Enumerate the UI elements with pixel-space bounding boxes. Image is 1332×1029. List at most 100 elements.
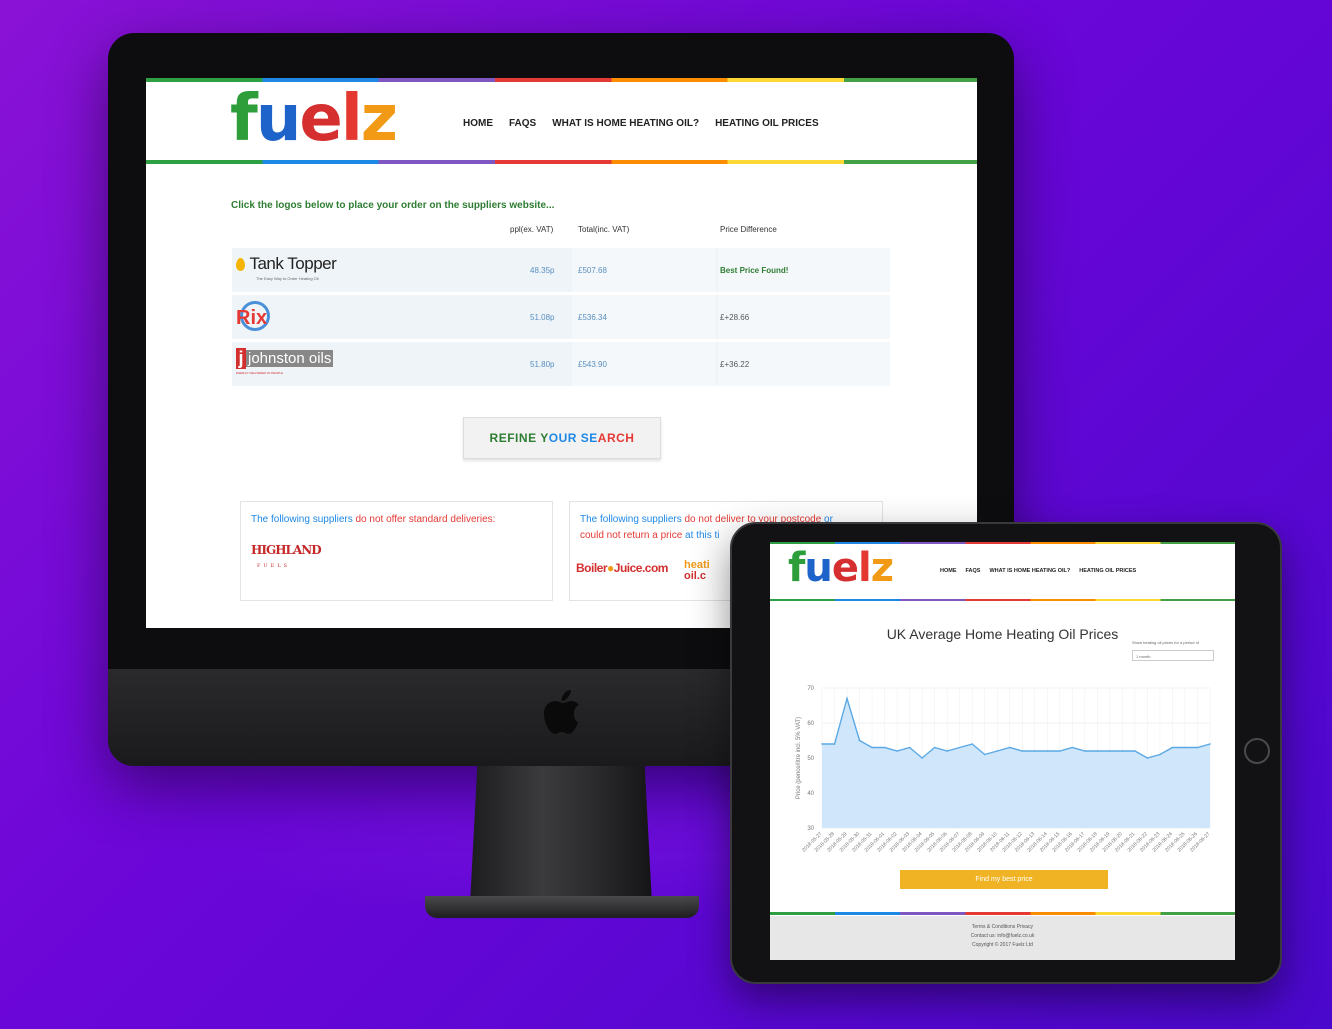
data-point: [958, 746, 961, 749]
data-point: [946, 750, 948, 752]
nav-what-is-oil[interactable]: WHAT IS HOME HEATING OIL?: [552, 118, 699, 129]
data-point: [1109, 750, 1111, 752]
supplier-ppl: 51.08p: [530, 313, 555, 322]
ipad-device: fuelz HOME FAQS WHAT IS HOME HEATING OIL…: [730, 522, 1282, 984]
data-point: [1121, 750, 1124, 752]
series-area: [822, 698, 1210, 828]
nav-faqs[interactable]: FAQS: [509, 118, 536, 129]
box-text: The following suppliers: [251, 514, 356, 525]
period-label: Show heating oil prices for a period of: [1132, 640, 1199, 645]
y-tick-label: 60: [807, 721, 814, 727]
johnston-oils-logo[interactable]: j johnston oils ENERGY DELIVERED IN PEOPL…: [236, 348, 334, 375]
nav-faqs[interactable]: FAQS: [966, 568, 981, 574]
data-point: [1046, 750, 1049, 752]
col-diff: Price Difference: [720, 225, 777, 234]
tablet-footer: Terms & Conditions Privacy Contact us: i…: [770, 916, 1235, 960]
imac-stand-base: [425, 896, 699, 918]
rix-logo[interactable]: Rix: [236, 301, 270, 331]
supplier-name: Rix: [236, 307, 268, 329]
data-point: [996, 750, 999, 752]
footer-copyright: Copyright © 2017 Fuelz Ltd: [972, 942, 1033, 948]
footer-contact: Contact us: info@fuelz.co.uk: [970, 933, 1035, 939]
price-chart: 30405060702018-05-272018-05-282018-05-29…: [796, 686, 1212, 854]
no-standard-delivery-box: The following suppliers do not offer sta…: [240, 501, 553, 601]
data-point: [846, 697, 848, 700]
supplier-name: johnston oils: [246, 350, 334, 367]
data-point: [833, 743, 836, 745]
nav-home[interactable]: HOME: [463, 118, 493, 129]
tablet-footer-rainbow: [770, 912, 1235, 915]
boilerjuice-logo[interactable]: Boiler●Juice.com: [576, 560, 668, 576]
tablet-header: fuelz HOME FAQS WHAT IS HOME HEATING OIL…: [770, 544, 1235, 599]
data-point: [1209, 743, 1211, 745]
supplier-tagline: The Easy Way to Order Heating Oil: [256, 276, 319, 281]
supplier-row[interactable]: Rix 51.08p £536.34 £+28.66: [232, 295, 890, 339]
y-axis-label: Price (pence/litre incl. 5% VAT): [796, 717, 802, 799]
y-tick-label: 40: [807, 791, 814, 797]
tablet-screen: fuelz HOME FAQS WHAT IS HOME HEATING OIL…: [770, 542, 1235, 960]
supplier-diff: Best Price Found!: [720, 266, 789, 275]
y-tick-label: 70: [807, 686, 814, 692]
find-best-price-button[interactable]: Find my best price: [900, 870, 1108, 889]
supplier-ppl: 48.35p: [530, 266, 555, 275]
data-point: [971, 743, 973, 745]
supplier-row[interactable]: j johnston oils ENERGY DELIVERED IN PEOPL…: [232, 342, 890, 386]
box-text-highlight: do not offer standard deliveries:: [355, 514, 496, 525]
col-total: Total(inc. VAT): [578, 225, 630, 234]
data-point: [1184, 746, 1186, 749]
highland-fuels-logo[interactable]: HIGHLAND FUELS: [251, 542, 552, 574]
box-text-highlight: could not return a price: [580, 530, 683, 541]
supplier-diff: £+36.22: [720, 360, 750, 369]
header-rainbow-bar: [146, 160, 977, 164]
data-point: [1071, 746, 1074, 749]
fuelz-logo-tablet[interactable]: fuelz: [788, 542, 894, 594]
data-point: [933, 746, 936, 749]
data-point: [1171, 746, 1174, 749]
nav-prices[interactable]: HEATING OIL PRICES: [715, 118, 819, 129]
data-point: [821, 743, 823, 745]
supplier-total: £536.34: [578, 313, 607, 322]
box-text: The following suppliers: [580, 514, 685, 525]
y-tick-label: 50: [807, 756, 814, 762]
data-point: [1008, 746, 1011, 749]
data-point: [908, 746, 911, 749]
data-point: [1159, 753, 1161, 756]
supplier-ppl: 51.80p: [530, 360, 555, 369]
site-header: fuelz HOME FAQS WHAT IS HOME HEATING OIL…: [146, 82, 977, 160]
supplier-name: Tank Topper: [249, 254, 337, 273]
data-point: [1196, 746, 1199, 749]
tablet-nav: HOME FAQS WHAT IS HOME HEATING OIL? HEAT…: [940, 568, 1136, 574]
data-point: [871, 746, 873, 749]
data-point: [896, 750, 898, 752]
tablet-header-rainbow: [770, 599, 1235, 601]
fuelz-logo[interactable]: fuelz: [230, 84, 398, 154]
data-point: [858, 739, 861, 742]
data-point: [1096, 750, 1099, 752]
imac-stand: [470, 766, 652, 904]
apple-logo-icon: [544, 690, 579, 734]
supplier-total: £543.90: [578, 360, 607, 369]
supplier-diff: £+28.66: [720, 313, 750, 322]
oil-drop-icon: [236, 257, 245, 271]
data-point: [883, 746, 886, 749]
nav-home[interactable]: HOME: [940, 568, 957, 574]
heatingoil-logo[interactable]: heati oil.c: [684, 560, 710, 582]
data-point: [983, 753, 986, 756]
data-point: [921, 757, 923, 759]
refine-search-button[interactable]: REFINE YOUR SEARCH: [463, 417, 661, 459]
supplier-total: £507.68: [578, 266, 607, 275]
data-point: [1033, 750, 1036, 752]
data-point: [1134, 750, 1136, 752]
box-text: at this ti: [682, 530, 720, 541]
supplier-row[interactable]: Tank Topper The Easy Way to Order Heatin…: [232, 248, 890, 292]
nav-what-is-oil[interactable]: WHAT IS HOME HEATING OIL?: [989, 568, 1070, 574]
data-point: [1021, 750, 1024, 752]
footer-links[interactable]: Terms & Conditions Privacy: [770, 923, 1235, 932]
main-nav: HOME FAQS WHAT IS HOME HEATING OIL? HEAT…: [463, 118, 819, 129]
data-point: [1146, 757, 1149, 759]
tanktopper-logo[interactable]: Tank Topper The Easy Way to Order Heatin…: [236, 254, 337, 281]
data-point: [1059, 750, 1061, 752]
col-ppl: ppl(ex. VAT): [510, 225, 554, 234]
nav-prices[interactable]: HEATING OIL PRICES: [1079, 568, 1136, 574]
results-intro: Click the logos below to place your orde…: [231, 200, 555, 211]
